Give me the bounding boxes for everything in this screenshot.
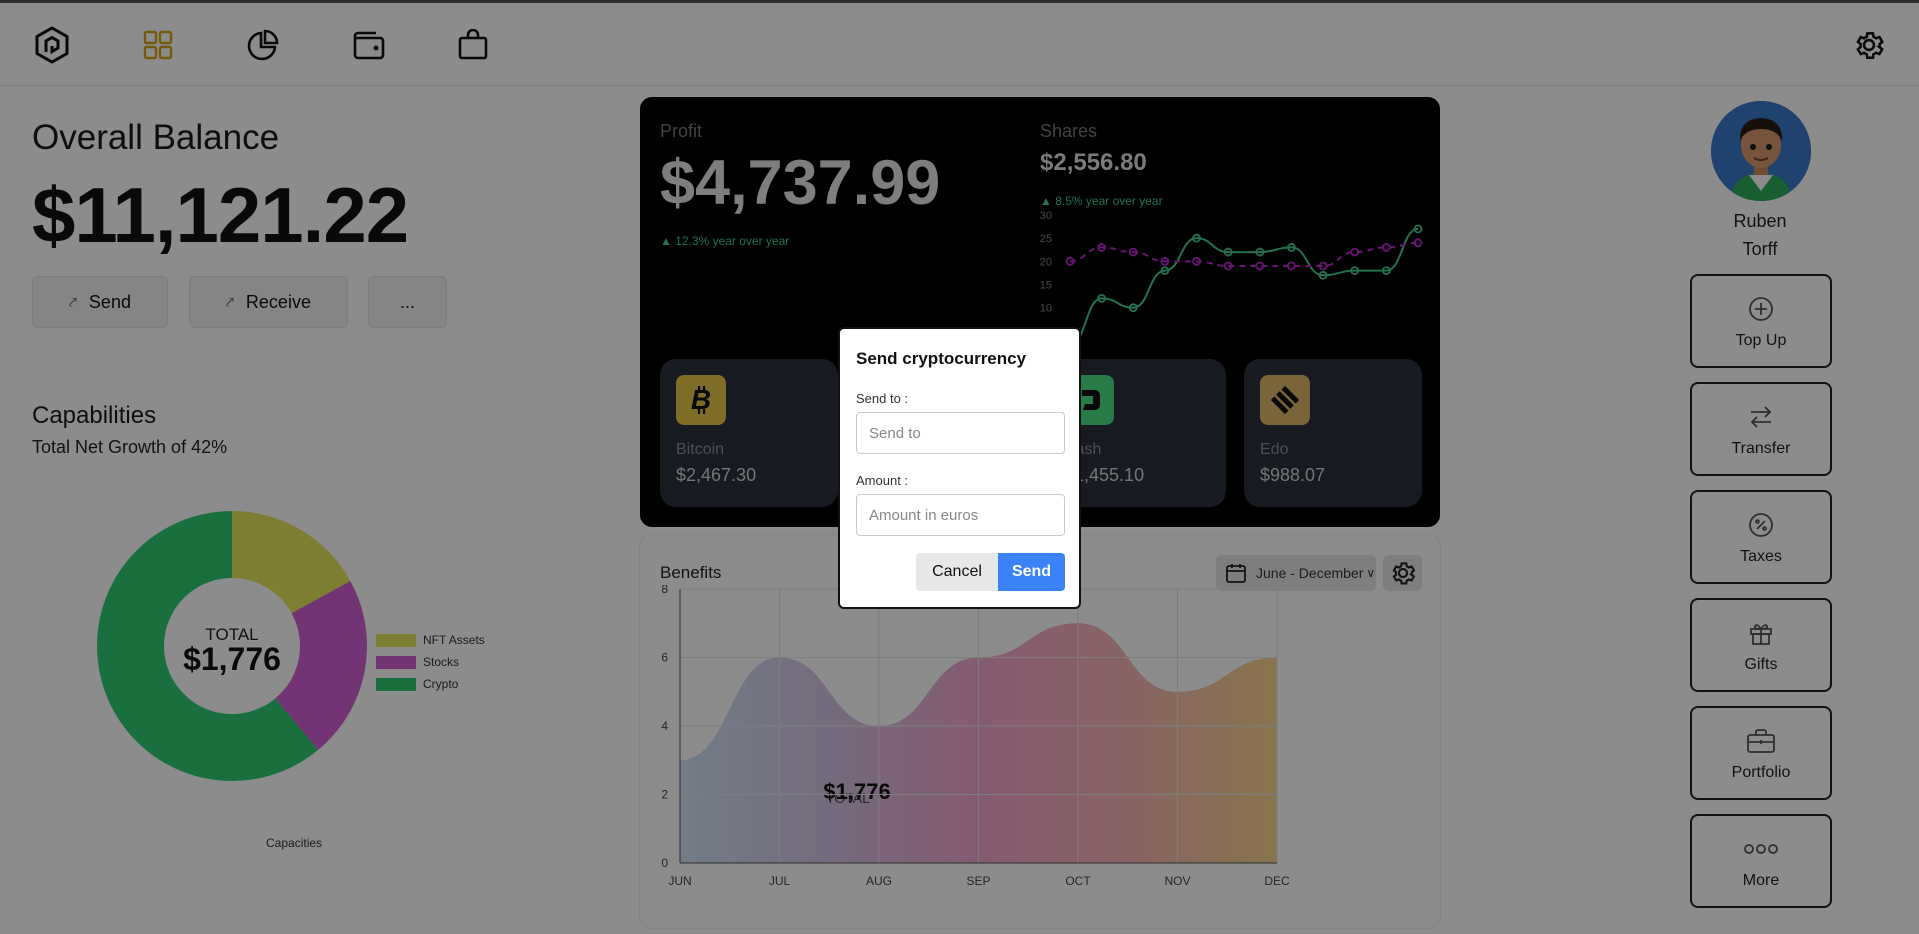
- send-crypto-dialog: Send cryptocurrency Send to : Amount : C…: [838, 327, 1081, 609]
- dialog-title: Send cryptocurrency: [856, 349, 1027, 368]
- confirm-send-button[interactable]: Send: [998, 553, 1065, 591]
- send-to-label: Send to :: [856, 391, 909, 406]
- cancel-button[interactable]: Cancel: [916, 553, 998, 591]
- amount-input[interactable]: [856, 494, 1065, 536]
- amount-label: Amount :: [856, 473, 909, 488]
- send-to-input[interactable]: [856, 412, 1065, 454]
